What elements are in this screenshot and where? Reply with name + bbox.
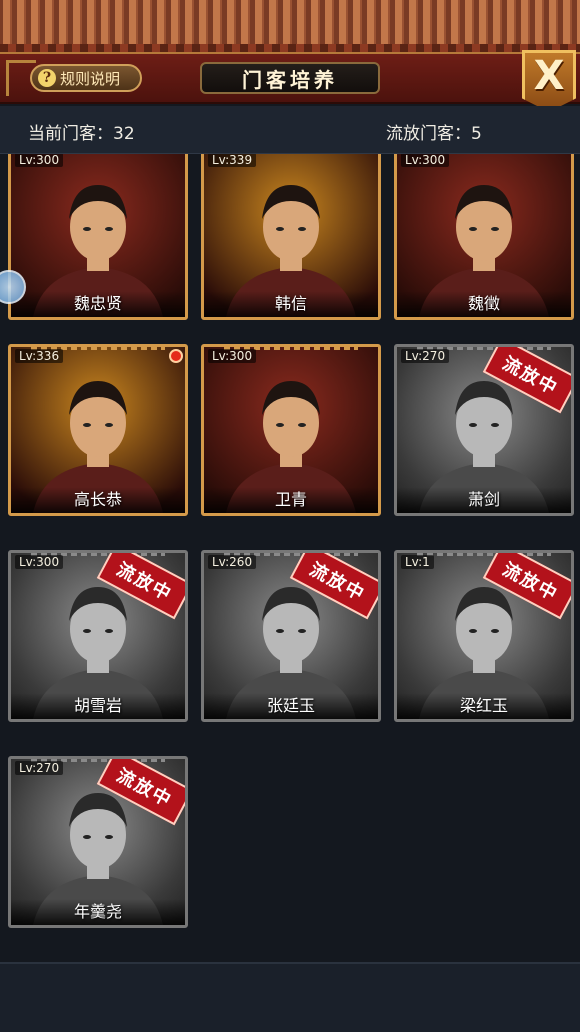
page-title: 门客培养 [242, 67, 338, 92]
retainer-name-bar: 卫青 [204, 487, 378, 513]
retainer-name-bar: 韩信 [204, 291, 378, 317]
retainer-name: 年羹尧 [73, 902, 122, 921]
retainer-card[interactable]: Lv:300 胡雪岩 流放中 [8, 550, 188, 722]
stats-bar: 当前门客：32 流放门客：5 [0, 106, 580, 154]
retainer-card[interactable]: Lv:260 张廷玉 流放中 [201, 550, 381, 722]
retainer-name-bar: 张廷玉 [204, 693, 378, 719]
retainer-level: Lv:260 [208, 555, 257, 569]
exiled-retainers-count: 流放门客：5 [386, 124, 482, 144]
retainer-name-bar: 年羹尧 [11, 899, 185, 925]
retainer-name: 卫青 [274, 490, 307, 509]
retainer-name: 萧剑 [467, 490, 500, 509]
retainer-level: Lv:270 [401, 349, 450, 363]
retainer-level: Lv:1 [401, 555, 434, 569]
retainer-card[interactable]: Lv:1 梁红玉 流放中 [394, 550, 574, 722]
roof-decoration [0, 0, 580, 54]
title-plate: 门客培养 [200, 62, 380, 94]
retainer-card[interactable]: Lv:339 韩信 [201, 154, 381, 320]
footer-bar [0, 962, 580, 1032]
retainer-name: 魏忠贤 [73, 294, 122, 313]
retainer-level: Lv:300 [15, 154, 64, 167]
rules-button[interactable]: ? 规则说明 [30, 64, 142, 92]
retainer-name-bar: 萧剑 [397, 487, 571, 513]
retainer-name-bar: 魏忠贤 [11, 291, 185, 317]
retainer-level: Lv:339 [208, 154, 257, 167]
retainer-name-bar: 高长恭 [11, 487, 185, 513]
retainer-card[interactable]: Lv:270 萧剑 流放中 [394, 344, 574, 516]
retainer-name: 梁红玉 [459, 696, 508, 715]
retainer-name-bar: 胡雪岩 [11, 693, 185, 719]
card-top-decoration [417, 553, 551, 556]
retainer-level: Lv:300 [15, 555, 64, 569]
current-retainers-count: 当前门客：32 [28, 124, 135, 144]
retainer-name: 韩信 [274, 294, 307, 313]
retainer-card[interactable]: Lv:270 年羹尧 流放中 [8, 756, 188, 928]
retainer-grid: Lv:300 魏忠贤 Lv:339 韩信 Lv:300 魏徵 Lv:336 高长恭 Lv:300… [0, 154, 580, 956]
header-bar: ? 规则说明 门客培养 [0, 52, 580, 104]
retainer-name: 魏徵 [467, 294, 500, 313]
retainer-card[interactable]: Lv:300 魏徵 [394, 154, 574, 320]
retainer-level: Lv:270 [15, 761, 64, 775]
retainer-name: 高长恭 [73, 490, 122, 509]
retainer-card[interactable]: Lv:336 高长恭 [8, 344, 188, 516]
retainer-level: Lv:336 [15, 349, 64, 363]
retainer-name-bar: 魏徵 [397, 291, 571, 317]
retainer-level: Lv:300 [208, 349, 257, 363]
retainer-name: 张廷玉 [266, 696, 315, 715]
notification-dot [169, 349, 183, 363]
retainer-card[interactable]: Lv:300 魏忠贤 [8, 154, 188, 320]
close-icon: X [533, 53, 565, 99]
help-icon: ? [38, 69, 56, 87]
rules-label: 规则说明 [60, 69, 121, 88]
retainer-level: Lv:300 [401, 154, 450, 167]
retainer-name: 胡雪岩 [73, 696, 122, 715]
retainer-name-bar: 梁红玉 [397, 693, 571, 719]
retainer-card[interactable]: Lv:300 卫青 [201, 344, 381, 516]
